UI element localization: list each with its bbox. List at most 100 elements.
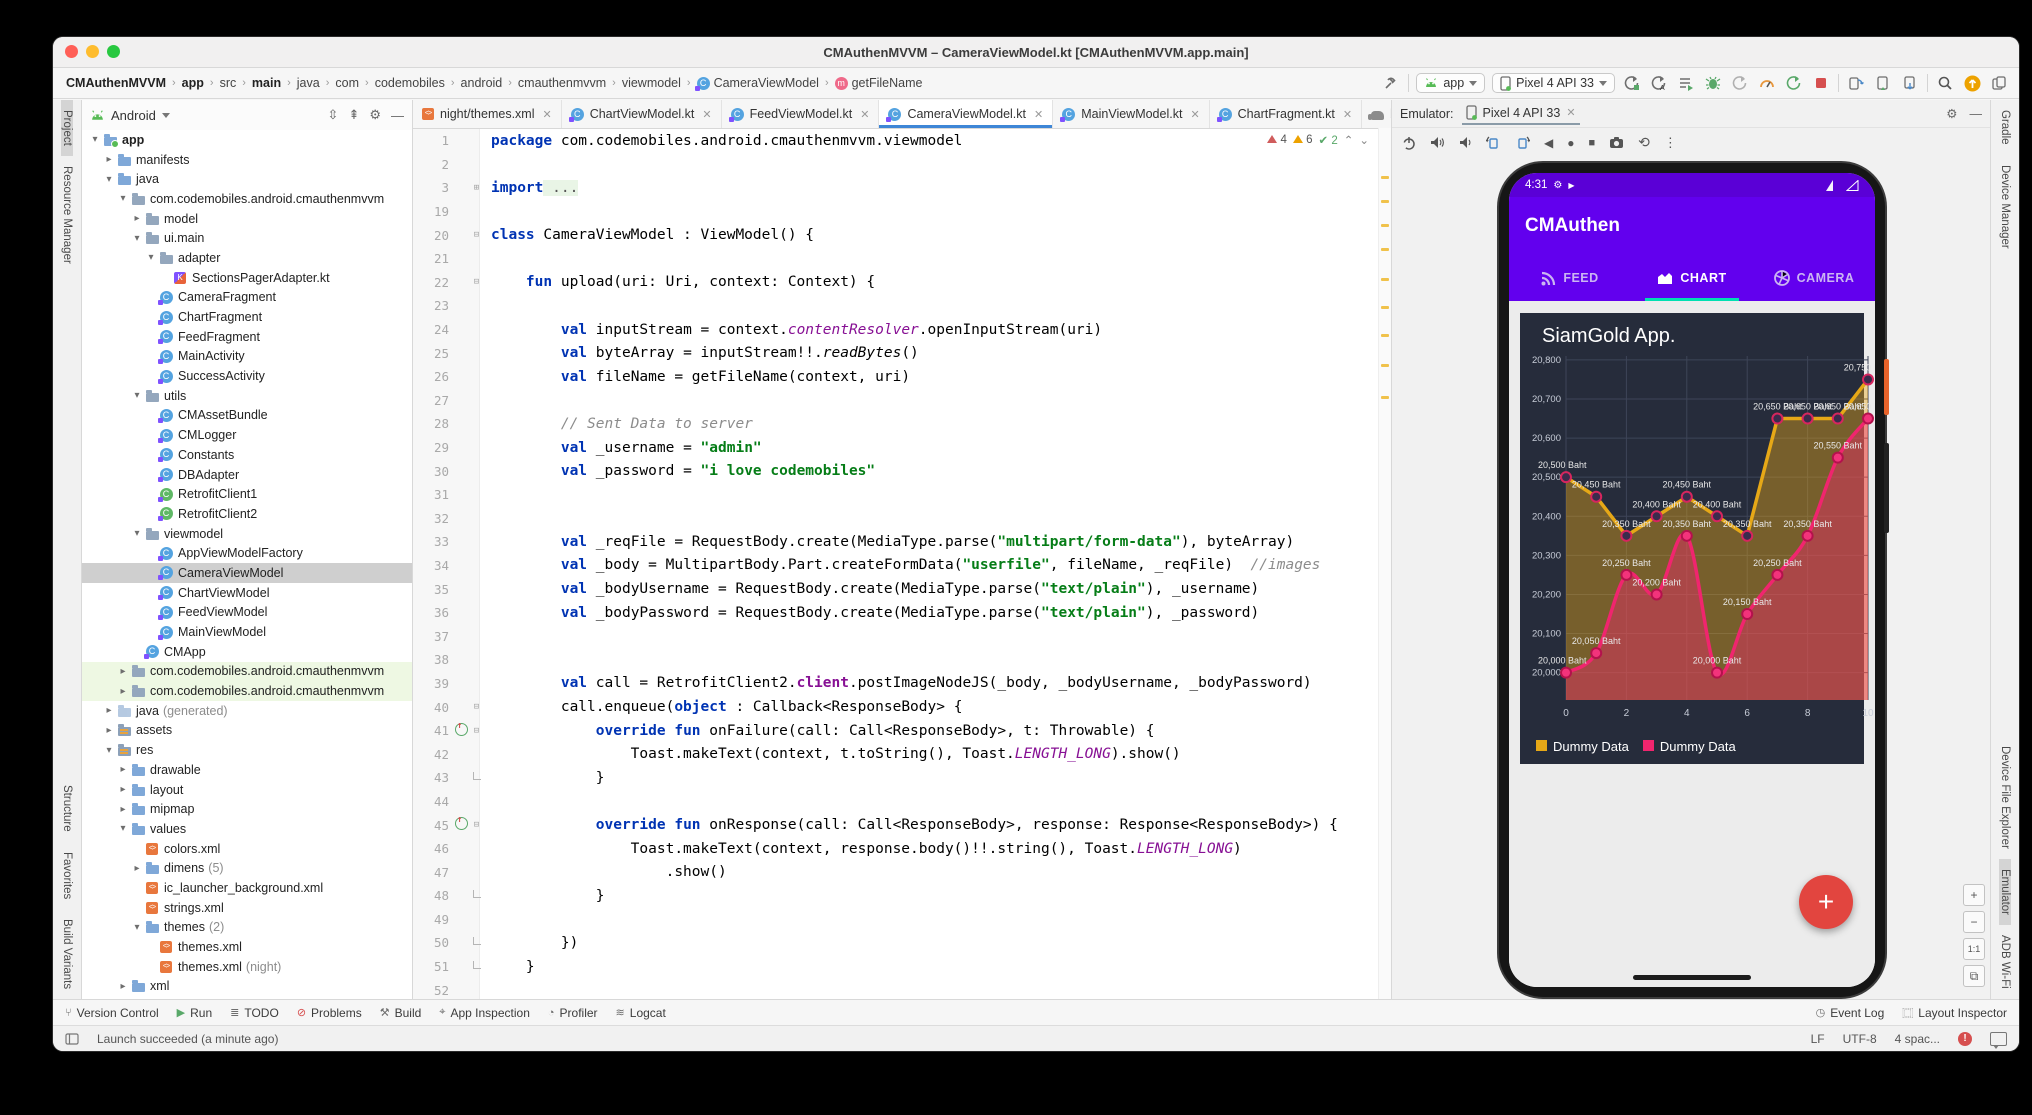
chevron-right-icon[interactable]: ▸ bbox=[116, 981, 130, 992]
tree-item-java[interactable]: ▾java bbox=[82, 169, 412, 189]
chevron-down-icon[interactable]: ▾ bbox=[102, 174, 116, 185]
inspections-widget[interactable]: 4 6 ✔ 2 ⌃ ⌄ bbox=[1263, 132, 1373, 148]
breadcrumb-item[interactable]: main bbox=[249, 75, 284, 91]
power-icon[interactable] bbox=[1402, 136, 1416, 150]
screenshot-camera-icon[interactable] bbox=[1609, 136, 1624, 149]
chevron-down-icon[interactable]: ▾ bbox=[102, 745, 116, 756]
update-available-icon[interactable] bbox=[1962, 73, 1982, 93]
line-chart[interactable]: 20,00020,10020,20020,30020,40020,50020,6… bbox=[1530, 348, 1854, 737]
app-tab-chart[interactable]: CHART bbox=[1631, 255, 1753, 301]
chevron-right-icon[interactable]: ▸ bbox=[116, 804, 130, 815]
tree-item-themes-xml[interactable]: <>themes.xml(night) bbox=[82, 957, 412, 977]
tree-item-layout[interactable]: ▸layout bbox=[82, 780, 412, 800]
toolwindow-button-device-manager[interactable]: Device Manager bbox=[1999, 155, 2011, 259]
device-manager-icon[interactable] bbox=[1873, 73, 1893, 93]
volume-down-icon[interactable] bbox=[1459, 136, 1472, 149]
chevron-down-icon[interactable]: ▾ bbox=[116, 823, 130, 834]
chevron-down-icon[interactable]: ▾ bbox=[88, 134, 102, 145]
breadcrumb-item[interactable]: app bbox=[179, 75, 207, 91]
encoding-indicator[interactable]: UTF-8 bbox=[1843, 1032, 1877, 1046]
tree-item-com-codemobiles-android-cmauthenmvvm[interactable]: ▾com.codemobiles.android.cmauthenmvvm bbox=[82, 189, 412, 209]
tree-item-cmassetbundle[interactable]: CCMAssetBundle bbox=[82, 406, 412, 426]
tree-item-values[interactable]: ▾values bbox=[82, 819, 412, 839]
chevron-right-icon[interactable]: ▸ bbox=[130, 213, 144, 224]
bottombar-app-inspection[interactable]: ⌖App Inspection bbox=[439, 1006, 530, 1020]
device-selector[interactable]: Pixel 4 API 33 bbox=[1492, 73, 1615, 93]
minimize-window-button[interactable] bbox=[86, 45, 99, 58]
build-hammer-icon[interactable] bbox=[1381, 73, 1401, 93]
tree-item-java[interactable]: ▸java(generated) bbox=[82, 701, 412, 721]
run-with-coverage-icon[interactable] bbox=[1676, 73, 1696, 93]
chevron-right-icon[interactable]: ▸ bbox=[116, 666, 130, 677]
bottombar-layout-inspector[interactable]: ⿴Layout Inspector bbox=[1902, 1005, 2007, 1021]
indent-indicator[interactable]: 4 spac... bbox=[1895, 1032, 1940, 1046]
tree-item-themes[interactable]: ▾themes(2) bbox=[82, 918, 412, 938]
apply-changes-button[interactable]: A bbox=[1649, 73, 1669, 93]
code-editor[interactable]: 1package com.codemobiles.android.cmauthe… bbox=[413, 129, 1391, 999]
toolwindow-button-resource-manager[interactable]: Resource Manager bbox=[61, 156, 73, 274]
fold-collapse-icon[interactable]: ⊟ bbox=[470, 277, 483, 287]
emulator-device-tab[interactable]: Pixel 4 API 33 ✕ bbox=[1462, 102, 1580, 125]
settings-gear-icon[interactable]: ⚙ bbox=[1946, 106, 1957, 121]
profile-restart-icon[interactable] bbox=[1784, 73, 1804, 93]
close-tab-icon[interactable]: ✕ bbox=[542, 108, 551, 121]
sync-project-icon[interactable] bbox=[1846, 73, 1866, 93]
fit-screen-button[interactable]: ⧉ bbox=[1963, 965, 1985, 987]
bottombar-version-control[interactable]: ⑂Version Control bbox=[65, 1006, 159, 1020]
phone-screen[interactable]: 4:31 ⚙ ▶ CMAuthen FEEDCHARTCAMERA bbox=[1509, 173, 1875, 987]
bottombar-profiler[interactable]: ◔Profiler bbox=[548, 1006, 598, 1020]
close-tab-icon[interactable]: ✕ bbox=[1190, 108, 1199, 121]
chevron-right-icon[interactable]: ▸ bbox=[102, 705, 116, 716]
settings-gear-icon[interactable]: ⚙ bbox=[369, 107, 381, 123]
close-tab-icon[interactable]: ✕ bbox=[1343, 108, 1352, 121]
fold-collapse-icon[interactable]: ⊟ bbox=[470, 230, 483, 240]
editor-tab-build-g[interactable]: build.g bbox=[1362, 100, 1391, 128]
toolwindow-button-device-file-explorer[interactable]: Device File Explorer bbox=[1999, 736, 2011, 859]
tree-item-viewmodel[interactable]: ▾viewmodel bbox=[82, 524, 412, 544]
toolwindow-button-emulator[interactable]: Emulator bbox=[1999, 859, 2011, 925]
chevron-down-icon[interactable]: ▾ bbox=[130, 390, 144, 401]
rotate-left-icon[interactable] bbox=[1486, 136, 1501, 150]
tree-item-drawable[interactable]: ▸drawable bbox=[82, 760, 412, 780]
breadcrumb-item[interactable]: CMAuthenMVVM bbox=[63, 75, 169, 91]
snapshots-icon[interactable]: ⟲ bbox=[1638, 134, 1650, 151]
volume-up-icon[interactable] bbox=[1430, 136, 1445, 149]
editor-scrollbar[interactable] bbox=[1378, 128, 1391, 999]
chevron-right-icon[interactable]: ▸ bbox=[116, 686, 130, 697]
tree-item-cmapp[interactable]: CCMApp bbox=[82, 642, 412, 662]
tree-item-ui-main[interactable]: ▾ui.main bbox=[82, 228, 412, 248]
bottombar-todo[interactable]: ≣TODO bbox=[230, 1006, 279, 1020]
bottombar-logcat[interactable]: ≋Logcat bbox=[616, 1006, 666, 1020]
breadcrumb-item[interactable]: cmauthenmvvm bbox=[515, 75, 609, 91]
close-tab-icon[interactable]: ✕ bbox=[860, 108, 869, 121]
back-icon[interactable]: ◀ bbox=[1544, 136, 1553, 150]
zoom-reset-button[interactable]: 1:1 bbox=[1963, 938, 1985, 960]
app-tab-camera[interactable]: CAMERA bbox=[1753, 255, 1875, 301]
toolwindow-toggle-icon[interactable] bbox=[65, 1033, 79, 1045]
rotate-right-icon[interactable] bbox=[1515, 136, 1530, 150]
tree-item-mipmap[interactable]: ▸mipmap bbox=[82, 799, 412, 819]
search-everywhere-icon[interactable] bbox=[1935, 73, 1955, 93]
maximize-window-button[interactable] bbox=[107, 45, 120, 58]
tree-item-mainactivity[interactable]: CMainActivity bbox=[82, 347, 412, 367]
tree-item-strings-xml[interactable]: <>strings.xml bbox=[82, 898, 412, 918]
zoom-in-button[interactable]: + bbox=[1963, 884, 1985, 906]
tree-item-cameraviewmodel[interactable]: CCameraViewModel bbox=[82, 563, 412, 583]
tree-item-camerafragment[interactable]: CCameraFragment bbox=[82, 288, 412, 308]
chevron-right-icon[interactable]: ▸ bbox=[102, 725, 116, 736]
tree-item-appviewmodelfactory[interactable]: CAppViewModelFactory bbox=[82, 543, 412, 563]
run-config-selector[interactable]: app bbox=[1416, 73, 1485, 93]
attach-debugger-icon[interactable] bbox=[1730, 73, 1750, 93]
tree-item-res[interactable]: ▾res bbox=[82, 740, 412, 760]
fold-collapse-icon[interactable]: ⊟ bbox=[470, 726, 483, 736]
profiler-button[interactable] bbox=[1757, 73, 1777, 93]
tree-item-adapter[interactable]: ▾adapter bbox=[82, 248, 412, 268]
next-problem-icon[interactable]: ⌄ bbox=[1359, 133, 1369, 147]
chevron-right-icon[interactable]: ▸ bbox=[130, 863, 144, 874]
toolwindow-button-project[interactable]: Project bbox=[61, 100, 73, 156]
tree-item-ic-launcher-background-xml[interactable]: <>ic_launcher_background.xml bbox=[82, 878, 412, 898]
toolwindow-button-favorites[interactable]: Favorites bbox=[61, 842, 73, 909]
chevron-down-icon[interactable]: ▾ bbox=[130, 922, 144, 933]
chevron-down-icon[interactable]: ▾ bbox=[144, 252, 158, 263]
tree-item-mainviewmodel[interactable]: CMainViewModel bbox=[82, 622, 412, 642]
